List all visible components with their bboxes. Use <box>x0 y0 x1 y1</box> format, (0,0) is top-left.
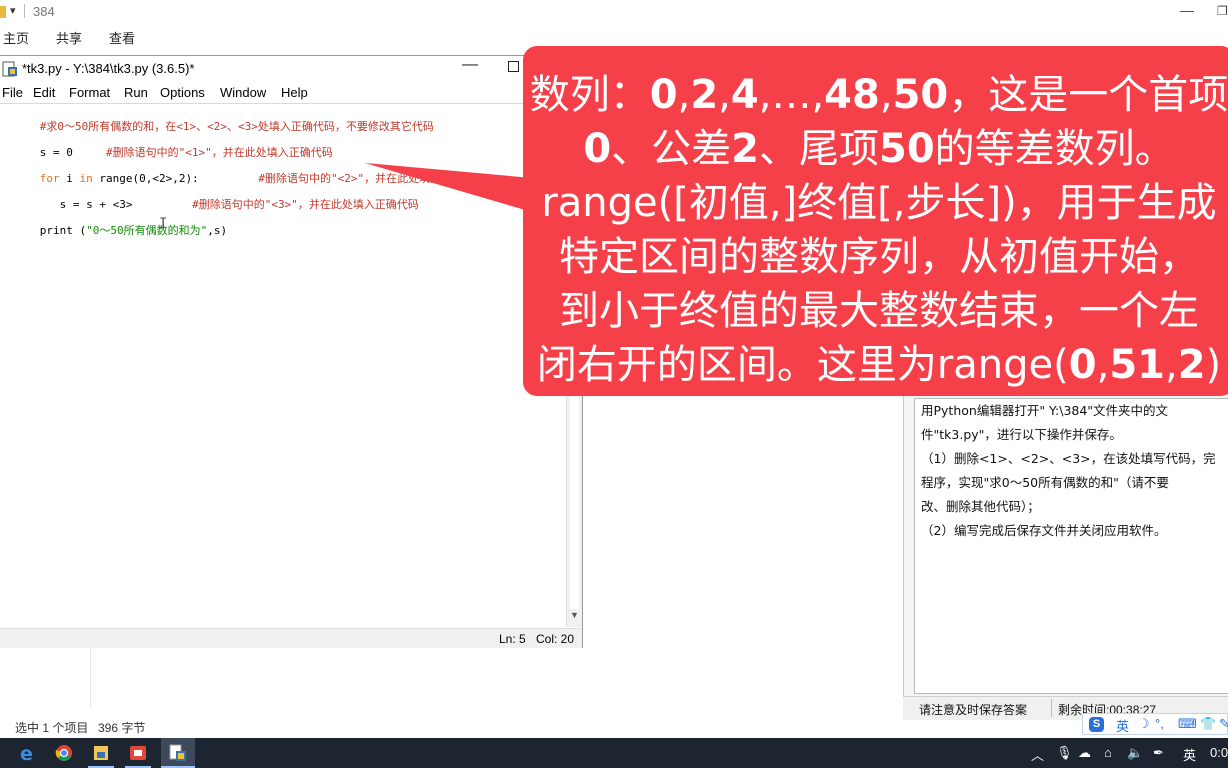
input-language-indicator[interactable]: 英 <box>1183 745 1196 764</box>
pen-icon[interactable]: ✒ <box>1153 745 1164 761</box>
annotation-line-2: 0、公差2、尾项50的等差数列。 <box>583 126 1175 172</box>
windows-taskbar: e ︿ 🎙 ☁ ⌂ 🔈 ✒ 英 0:0 <box>0 738 1228 768</box>
edge-icon[interactable]: e <box>17 743 37 763</box>
annotation-callout: 数列：0,2,4,…,48,50，这是一个首项 0、公差2、尾项50的等差数列。… <box>523 46 1228 396</box>
chrome-icon[interactable] <box>54 743 74 763</box>
microphone-icon[interactable]: 🎙 <box>1056 745 1073 761</box>
svg-text:e: e <box>20 743 33 763</box>
annotation-line-1: 数列：0,2,4,…,48,50，这是一个首项 <box>529 72 1228 118</box>
annotation-text: 数列：0,2,4,…,48,50，这是一个首项 0、公差2、尾项50的等差数列。… <box>523 68 1228 392</box>
system-clock[interactable]: 0:0 <box>1210 745 1228 760</box>
network-icon[interactable]: ⌂ <box>1104 745 1112 760</box>
tray-expand-icon[interactable]: ︿ <box>1031 745 1044 764</box>
presentation-app-icon[interactable] <box>128 743 148 763</box>
file-explorer-icon[interactable] <box>91 743 111 763</box>
annotation-line-3: range([初值,]终值[,步长])，用于生成 <box>541 180 1217 226</box>
volume-icon[interactable]: 🔈 <box>1127 745 1143 761</box>
annotation-line-5: 到小于终值的最大整数结束，一个左 <box>559 288 1199 334</box>
annotation-line-4: 特定区间的整数序列，从初值开始， <box>559 234 1199 280</box>
annotation-line-6: 闭右开的区间。这里为range(0,51,2) <box>536 342 1222 388</box>
cloud-icon[interactable]: ☁ <box>1078 745 1091 761</box>
python-idle-icon[interactable] <box>168 743 188 763</box>
